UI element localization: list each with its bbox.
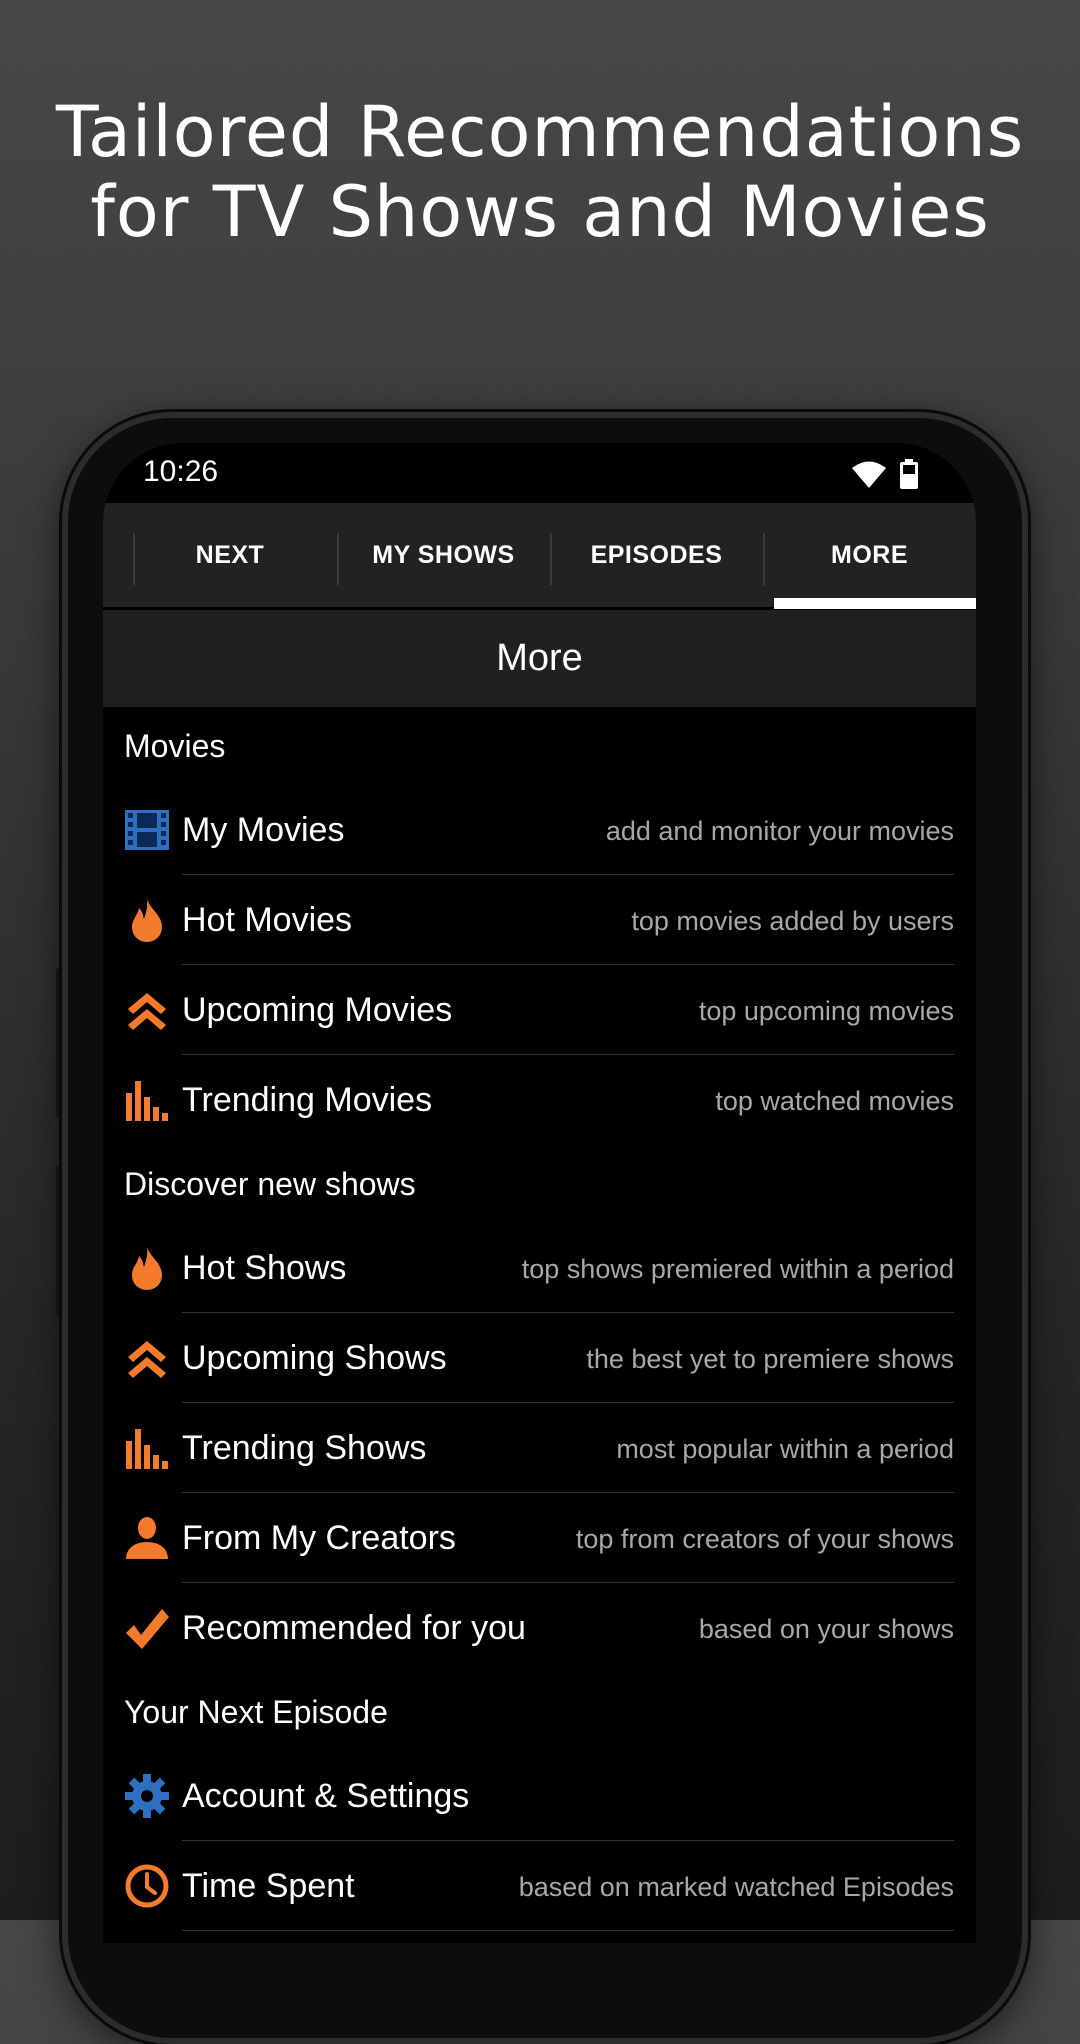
menu-item-label: From My Creators xyxy=(182,1519,456,1557)
menu-item-description: based on marked watched Episodes xyxy=(518,1872,954,1902)
clock-icon xyxy=(125,1864,169,1908)
phone-screen: 10:26 NEXT MY SHOWS EPISODES MORE More M… xyxy=(103,443,976,1943)
menu-item-label: Time Spent xyxy=(182,1867,355,1905)
flame-icon xyxy=(132,899,162,942)
tab-episodes-label: EPISODES xyxy=(590,540,723,569)
bar-chart-icon xyxy=(126,1081,168,1121)
menu-item-label: Recommended for you xyxy=(182,1609,526,1647)
menu-item-description: top upcoming movies xyxy=(698,996,954,1026)
status-time: 10:26 xyxy=(143,455,219,488)
menu-item-description: based on your shows xyxy=(698,1614,954,1644)
tab-separator xyxy=(133,533,135,585)
menu-item-description: most popular within a period xyxy=(616,1434,954,1464)
menu-item-description: top shows premiered within a period xyxy=(521,1254,954,1284)
menu-item-label: Trending Movies xyxy=(182,1081,433,1119)
promo-headline: Tailored Recommendations for TV Shows an… xyxy=(0,92,1080,252)
menu-item-trending-movies[interactable]: Trending Movies top watched movies xyxy=(103,1055,976,1145)
tab-more-label: MORE xyxy=(831,540,908,569)
tab-separator xyxy=(337,533,339,585)
battery-icon xyxy=(900,459,918,489)
promo-headline-line-2: for TV Shows and Movies xyxy=(90,171,990,253)
menu-item-description: add and monitor your movies xyxy=(605,816,954,846)
tab-more[interactable]: MORE xyxy=(763,503,976,607)
menu-item-upcoming-movies[interactable]: Upcoming Movies top upcoming movies xyxy=(103,965,976,1055)
tab-separator xyxy=(550,533,552,585)
gear-icon xyxy=(125,1774,169,1818)
tab-active-indicator xyxy=(774,598,976,609)
menu-item-label: Hot Movies xyxy=(182,901,353,939)
section-title-movies: Movies xyxy=(124,728,226,764)
tab-next-label: NEXT xyxy=(195,540,265,569)
bar-chart-icon xyxy=(126,1429,168,1469)
menu-item-account-settings[interactable]: Account & Settings xyxy=(103,1751,976,1841)
menu-item-label: Trending Shows xyxy=(182,1429,427,1467)
tab-my-shows-label: MY SHOWS xyxy=(372,540,515,569)
menu-item-label: My Movies xyxy=(182,811,345,849)
flame-icon xyxy=(132,1247,162,1290)
status-bar: 10:26 xyxy=(103,443,976,503)
menu-item-hot-movies[interactable]: Hot Movies top movies added by users xyxy=(103,875,976,965)
double-chevron-up-icon xyxy=(128,993,166,1030)
menu-item-my-movies[interactable]: My Movies add and monitor your movies xyxy=(103,785,976,875)
menu-item-time-spent[interactable]: Time Spent based on marked watched Episo… xyxy=(103,1841,976,1931)
tab-my-shows[interactable]: MY SHOWS xyxy=(337,503,550,607)
menu-item-from-my-creators[interactable]: From My Creators top from creators of yo… xyxy=(103,1493,976,1583)
tab-next[interactable]: NEXT xyxy=(103,503,337,607)
page-title: More xyxy=(103,610,976,707)
menu-item-recommended[interactable]: Recommended for you based on your shows xyxy=(103,1583,976,1673)
promo-headline-line-1: Tailored Recommendations xyxy=(55,91,1025,173)
checkmark-icon xyxy=(126,1609,169,1649)
section-title-discover: Discover new shows xyxy=(124,1166,416,1202)
menu-item-description: the best yet to premiere shows xyxy=(586,1344,954,1374)
row-divider xyxy=(182,1930,954,1931)
menu-item-hot-shows[interactable]: Hot Shows top shows premiered within a p… xyxy=(103,1223,976,1313)
menu-item-trending-shows[interactable]: Trending Shows most popular within a per… xyxy=(103,1403,976,1493)
more-menu-list: Movies My Movies add and monitor your mo… xyxy=(103,707,976,1931)
menu-item-label: Hot Shows xyxy=(182,1249,347,1287)
section-title-your-next-episode: Your Next Episode xyxy=(124,1694,388,1730)
menu-item-description: top from creators of your shows xyxy=(575,1524,954,1554)
menu-item-description: top movies added by users xyxy=(631,906,954,936)
tab-separator xyxy=(763,533,765,585)
film-icon xyxy=(125,810,169,850)
double-chevron-up-icon xyxy=(128,1341,166,1378)
menu-item-label: Account & Settings xyxy=(182,1777,470,1815)
tab-episodes[interactable]: EPISODES xyxy=(550,503,763,607)
menu-item-description: top watched movies xyxy=(715,1086,954,1116)
menu-item-upcoming-shows[interactable]: Upcoming Shows the best yet to premiere … xyxy=(103,1313,976,1403)
menu-item-label: Upcoming Movies xyxy=(182,991,453,1029)
menu-item-label: Upcoming Shows xyxy=(182,1339,447,1377)
tab-bar: NEXT MY SHOWS EPISODES MORE xyxy=(103,503,976,607)
wifi-icon xyxy=(852,461,886,488)
person-icon xyxy=(126,1517,168,1559)
